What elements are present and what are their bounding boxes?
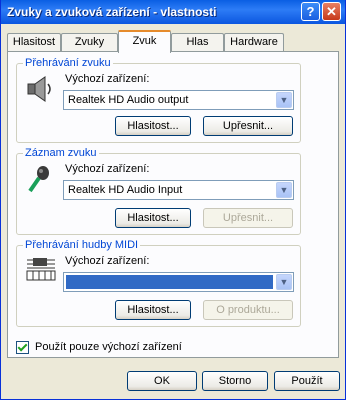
microphone-icon	[28, 166, 49, 193]
title-bar[interactable]: Zvuky a zvuková zařízení - vlastnosti ? …	[1, 0, 345, 24]
midi-device-select[interactable]: ▼	[63, 272, 294, 292]
ok-button[interactable]: OK	[127, 371, 197, 391]
recording-device-label: Výchozí zařízení:	[65, 163, 150, 175]
apply-button[interactable]: Použít	[274, 371, 340, 391]
default-only-label[interactable]: Použít pouze výchozí zařízení	[35, 341, 182, 353]
playback-advanced-button[interactable]: Upřesnit...	[203, 116, 293, 136]
help-button[interactable]: ?	[301, 2, 320, 21]
midi-group: Přehrávání hudby MIDI Výchozí zařízení: …	[16, 239, 301, 327]
playback-group: Přehrávání zvuku Výchozí zařízení: Realt…	[16, 57, 301, 143]
dialog-window: Zvuky a zvuková zařízení - vlastnosti ? …	[0, 0, 346, 400]
tab-panel: Přehrávání zvuku Výchozí zařízení: Realt…	[7, 51, 339, 358]
chevron-down-icon[interactable]: ▼	[276, 92, 292, 108]
midi-about-button: O produktu...	[203, 300, 293, 320]
midi-group-title: Přehrávání hudby MIDI	[23, 239, 141, 251]
recording-advanced-button: Upřesnit...	[203, 208, 293, 228]
recording-device-select[interactable]: Realtek HD Audio Input ▼	[63, 180, 294, 200]
recording-volume-button[interactable]: Hlasitost...	[115, 208, 191, 228]
recording-group: Záznam zvuku Výchozí zařízení: Realtek H…	[16, 147, 301, 235]
playback-volume-button[interactable]: Hlasitost...	[115, 116, 191, 136]
midi-keyboard-icon	[26, 258, 56, 281]
window-title: Zvuky a zvuková zařízení - vlastnosti	[7, 5, 217, 19]
cancel-button[interactable]: Storno	[202, 371, 268, 391]
chevron-down-icon[interactable]: ▼	[276, 274, 292, 290]
speaker-icon	[27, 76, 51, 102]
tab-hardware[interactable]: Hardware	[224, 33, 284, 51]
recording-group-title: Záznam zvuku	[23, 147, 99, 159]
midi-device-label: Výchozí zařízení:	[65, 255, 150, 267]
tab-voice[interactable]: Hlas	[171, 33, 224, 51]
playback-group-title: Přehrávání zvuku	[23, 57, 113, 69]
tab-volume[interactable]: Hlasitost	[7, 33, 61, 51]
midi-volume-button[interactable]: Hlasitost...	[115, 300, 191, 320]
chevron-down-icon[interactable]: ▼	[276, 182, 292, 198]
playback-device-value: Realtek HD Audio output	[68, 94, 189, 106]
tab-sounds[interactable]: Zvuky	[61, 33, 118, 51]
playback-device-label: Výchozí zařízení:	[65, 73, 150, 85]
midi-device-selection	[66, 275, 273, 289]
default-only-checkbox[interactable]	[16, 341, 29, 354]
close-button[interactable]: ✕	[322, 2, 341, 21]
recording-device-value: Realtek HD Audio Input	[68, 184, 183, 196]
playback-device-select[interactable]: Realtek HD Audio output ▼	[63, 90, 294, 110]
tab-audio[interactable]: Zvuk	[118, 30, 171, 53]
